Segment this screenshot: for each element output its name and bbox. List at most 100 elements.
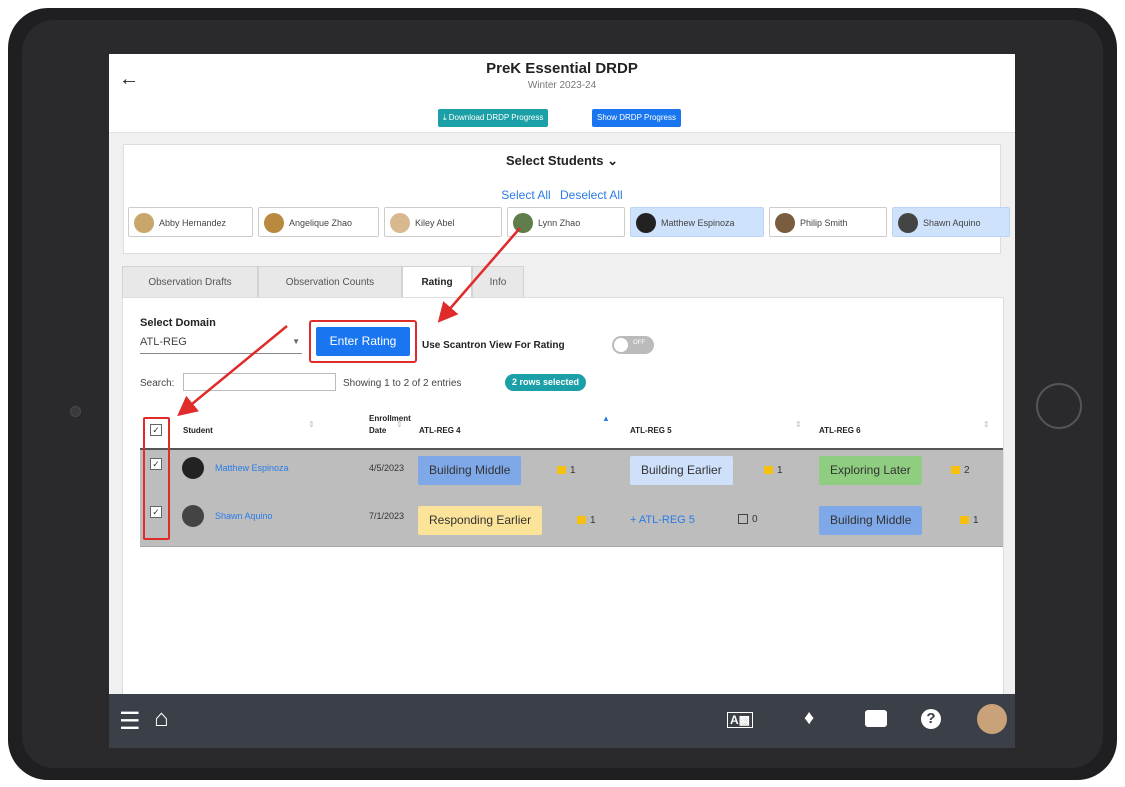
column-header-atl-reg-6[interactable]: ATL-REG 6 [819, 426, 861, 435]
avatar [264, 213, 284, 233]
deselect-all-link[interactable]: Deselect All [560, 188, 623, 202]
search-label: Search: [140, 378, 175, 389]
sort-up-icon: ▲ [602, 414, 610, 423]
student-chip[interactable]: Philip Smith [769, 207, 887, 237]
note-count[interactable]: 1 [960, 515, 979, 526]
download-progress-button[interactable]: ⤓ Download DRDP Progress [438, 109, 549, 127]
search-input[interactable] [183, 373, 336, 391]
note-count-value: 1 [973, 515, 979, 526]
note-icon [764, 466, 773, 475]
student-chip-label: Abby Hernandez [159, 218, 227, 228]
toggle-knob [614, 338, 628, 352]
note-count[interactable]: 0 [738, 514, 758, 525]
note-count-value: 1 [590, 515, 596, 526]
note-count-value: 1 [777, 465, 783, 476]
toggle-state: OFF [633, 340, 645, 346]
scantron-toggle[interactable]: OFF [612, 336, 654, 354]
tab-observation-drafts[interactable]: Observation Drafts [122, 266, 258, 297]
student-chip[interactable]: Matthew Espinoza [630, 207, 764, 237]
enter-rating-button[interactable]: Enter Rating [316, 327, 410, 356]
student-chip[interactable]: Kiley Abel [384, 207, 502, 237]
student-chip-label: Shawn Aquino [923, 218, 981, 228]
note-count[interactable]: 2 [951, 465, 970, 476]
page-title: PreK Essential DRDP [486, 60, 638, 77]
student-chip-label: Matthew Espinoza [661, 218, 735, 228]
avatar [775, 213, 795, 233]
note-count[interactable]: 1 [577, 515, 596, 526]
user-avatar[interactable] [977, 704, 1007, 734]
note-count-value: 0 [752, 514, 758, 525]
enrollment-date: 4/5/2023 [369, 463, 405, 473]
note-count[interactable]: 1 [764, 465, 783, 476]
note-count[interactable]: 1 [557, 465, 576, 476]
home-icon[interactable]: ⌂ [154, 705, 169, 733]
note-count-value: 2 [964, 465, 970, 476]
rating-cell[interactable]: Building Middle [819, 506, 923, 535]
column-header-student[interactable]: Student [183, 426, 213, 435]
sort-icon: ⇕ [983, 420, 990, 429]
sort-icon: ⇕ [795, 420, 802, 429]
scantron-label: Use Scantron View For Rating [422, 340, 565, 351]
caret-down-icon: ▼ [292, 337, 300, 346]
note-icon [557, 466, 566, 475]
avatar [898, 213, 918, 233]
avatar [134, 213, 154, 233]
student-chip-label: Philip Smith [800, 218, 848, 228]
entries-info: Showing 1 to 2 of 2 entries [343, 378, 462, 389]
student-chip[interactable]: Lynn Zhao [507, 207, 625, 237]
note-outline-icon [738, 514, 748, 525]
camera-icon [70, 406, 81, 417]
student-chip[interactable]: Angelique Zhao [258, 207, 379, 237]
tab-rating[interactable]: Rating [402, 266, 472, 299]
bottom-nav-bar: ☰ ⌂ A▩ ♦ ? [109, 694, 1015, 748]
rating-cell[interactable]: Exploring Later [819, 456, 922, 485]
rating-content: Select Domain ATL-REG ▼ Enter Rating Use… [122, 297, 1004, 699]
rating-cell[interactable]: Building Middle [418, 456, 522, 485]
table-row: ✓ Matthew Espinoza 4/5/2023 Building Mid… [140, 450, 1003, 499]
student-chip[interactable]: Shawn Aquino [892, 207, 1010, 237]
sort-icon: ⇕ [308, 420, 315, 429]
home-hardware-button [1036, 383, 1082, 429]
column-header-enrollment-line2: Date [369, 426, 387, 435]
selection-links: Select All Deselect All [124, 188, 1000, 202]
select-all-link[interactable]: Select All [501, 188, 550, 202]
rating-cell[interactable]: Responding Earlier [418, 506, 543, 535]
translate-icon[interactable]: A▩ [727, 712, 754, 728]
student-name-link[interactable]: Shawn Aquino [215, 511, 273, 521]
student-chip-label: Angelique Zhao [289, 218, 353, 228]
domain-select-value: ATL-REG [140, 336, 187, 348]
student-chip[interactable]: Abby Hernandez [128, 207, 253, 237]
avatar [182, 457, 204, 479]
menu-icon[interactable]: ☰ [119, 707, 141, 736]
highlight-box: Enter Rating [309, 320, 417, 363]
column-header-atl-reg-5[interactable]: ATL-REG 5 [630, 426, 672, 435]
app-screen: ← PreK Essential DRDP Winter 2023-24 ⤓ D… [109, 54, 1015, 748]
select-domain-label: Select Domain [140, 317, 216, 329]
note-icon [577, 516, 586, 525]
table-row: ✓ Shawn Aquino 7/1/2023 Responding Earli… [140, 498, 1003, 547]
bell-icon[interactable]: ♦ [804, 707, 814, 730]
action-bar: ⤓ Download DRDP Progress Show DRDP Progr… [109, 106, 1015, 133]
note-count-value: 1 [570, 465, 576, 476]
avatar [513, 213, 533, 233]
rating-cell[interactable]: Building Earlier [630, 456, 733, 485]
tab-observation-counts[interactable]: Observation Counts [258, 266, 402, 297]
avatar [182, 505, 204, 527]
select-students-toggle[interactable]: Select Students ⌄ [124, 153, 1000, 169]
top-bar: ← PreK Essential DRDP Winter 2023-24 [109, 54, 1015, 107]
domain-select[interactable]: ATL-REG ▼ [140, 331, 302, 354]
column-header-atl-reg-4[interactable]: ATL-REG 4 [419, 426, 461, 435]
rows-selected-badge: 2 rows selected [505, 374, 587, 391]
show-progress-button[interactable]: Show DRDP Progress [592, 109, 681, 127]
add-rating-link[interactable]: + ATL-REG 5 [630, 514, 695, 526]
help-icon[interactable]: ? [921, 709, 941, 729]
enrollment-date: 7/1/2023 [369, 511, 405, 521]
student-name-link[interactable]: Matthew Espinoza [215, 463, 289, 473]
student-chip-label: Lynn Zhao [538, 218, 581, 228]
tab-info[interactable]: Info [472, 266, 524, 297]
column-header-enrollment[interactable]: Enrollment [369, 414, 411, 423]
avatar [636, 213, 656, 233]
chat-icon[interactable] [865, 710, 887, 727]
student-chip-label: Kiley Abel [415, 218, 455, 228]
note-icon [951, 466, 960, 475]
